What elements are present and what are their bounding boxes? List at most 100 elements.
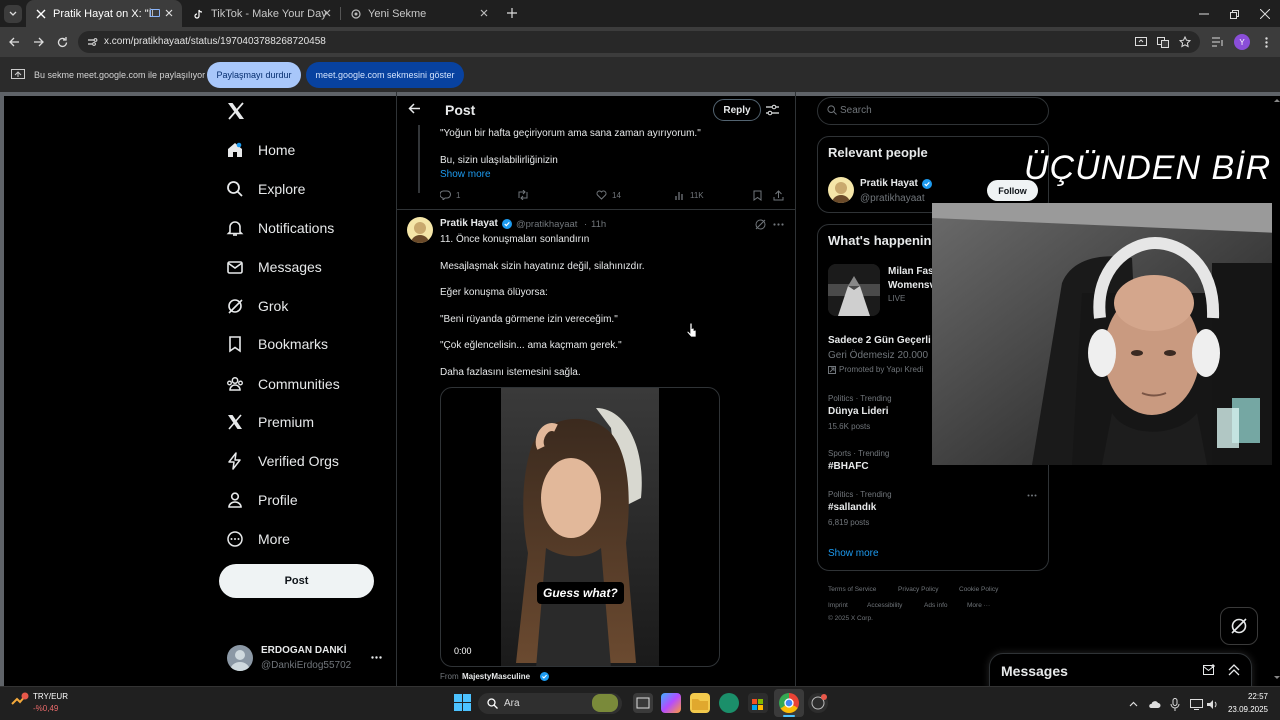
- footer-link[interactable]: Cookie Policy: [959, 586, 998, 593]
- more-dots-icon[interactable]: [371, 656, 382, 659]
- chrome-menu-icon[interactable]: [1258, 34, 1274, 50]
- author-avatar[interactable]: [407, 217, 433, 243]
- volume-icon[interactable]: [1205, 697, 1219, 711]
- restore-button[interactable]: [1226, 6, 1242, 22]
- footer-link[interactable]: Accessibility: [867, 602, 902, 609]
- event-thumbnail[interactable]: [828, 264, 880, 316]
- edge-icon[interactable]: [719, 693, 739, 713]
- cloud-icon[interactable]: [1147, 697, 1161, 711]
- close-tab-icon[interactable]: [320, 6, 334, 20]
- back-arrow-icon[interactable]: [408, 103, 421, 114]
- chrome-taskbar-icon[interactable]: [779, 693, 799, 713]
- stop-sharing-button[interactable]: Paylaşmayı durdur: [207, 62, 301, 88]
- nav-explore[interactable]: Explore: [226, 175, 305, 203]
- nav-communities[interactable]: Communities: [226, 370, 340, 398]
- copilot-icon[interactable]: [661, 693, 681, 713]
- windows-start-icon[interactable]: [454, 694, 471, 711]
- new-tab-button[interactable]: [505, 6, 519, 20]
- scroll-down-icon[interactable]: [1274, 676, 1280, 680]
- person-name[interactable]: Pratik Hayat: [860, 178, 918, 189]
- url-text: x.com/pratikhayaat/status/19704037882687…: [104, 36, 326, 47]
- event-title[interactable]: Milan Fas: [888, 266, 934, 277]
- cast-icon[interactable]: [1133, 34, 1149, 50]
- media-controls-icon[interactable]: [1210, 34, 1226, 50]
- nav-home[interactable]: Home: [226, 136, 295, 164]
- reload-button[interactable]: [54, 34, 70, 50]
- nav-grok[interactable]: Grok: [226, 292, 288, 320]
- repost-button[interactable]: [517, 190, 529, 200]
- x-logo-icon[interactable]: [226, 101, 246, 121]
- translate-icon[interactable]: [1155, 34, 1171, 50]
- nav-bookmarks[interactable]: Bookmarks: [226, 330, 328, 358]
- grok-explain-icon[interactable]: [755, 219, 766, 230]
- avatar: [227, 645, 253, 671]
- network-icon[interactable]: [1189, 697, 1203, 711]
- microphone-icon[interactable]: [1168, 697, 1182, 711]
- like-count[interactable]: 14: [596, 190, 621, 200]
- close-tab-icon[interactable]: [477, 6, 491, 20]
- forward-button[interactable]: [30, 34, 46, 50]
- tab-search-button[interactable]: [4, 5, 22, 23]
- nav-more[interactable]: More: [226, 525, 290, 553]
- scroll-up-icon[interactable]: [1274, 98, 1280, 102]
- site-info-icon[interactable]: [87, 37, 98, 47]
- trend-title[interactable]: Dünya Lideri: [828, 406, 889, 417]
- footer-link[interactable]: Imprint: [828, 602, 848, 609]
- store-icon[interactable]: [748, 693, 768, 713]
- grok-button[interactable]: [1220, 607, 1258, 645]
- video-player[interactable]: Guess what? 0:00: [440, 387, 720, 667]
- event-title[interactable]: Womensv: [888, 280, 935, 291]
- sliders-icon[interactable]: [766, 104, 779, 116]
- share-icon[interactable]: [773, 190, 784, 201]
- nav-messages[interactable]: Messages: [226, 253, 322, 281]
- reply-button[interactable]: Reply: [713, 99, 761, 121]
- nav-notifications[interactable]: Notifications: [226, 214, 334, 242]
- page-scrollbar[interactable]: [1272, 96, 1280, 686]
- nav-premium[interactable]: Premium: [226, 408, 314, 436]
- footer-link[interactable]: More ···: [967, 602, 990, 609]
- new-message-icon[interactable]: [1203, 664, 1216, 676]
- file-explorer-icon[interactable]: [690, 693, 710, 713]
- show-more-link[interactable]: Show more: [440, 169, 491, 180]
- from-account[interactable]: MajestyMasculine: [462, 672, 530, 681]
- person-avatar[interactable]: [828, 177, 854, 203]
- currency-pair[interactable]: TRY/EUR: [33, 692, 68, 701]
- more-dots-icon[interactable]: [773, 223, 784, 226]
- tab-tiktok[interactable]: TikTok - Make Your Day: [184, 0, 340, 27]
- trend-title[interactable]: #sallandık: [828, 502, 876, 513]
- close-window-button[interactable]: [1257, 6, 1273, 22]
- chevron-up-double-icon[interactable]: [1228, 664, 1240, 676]
- stock-widget-icon[interactable]: [11, 692, 29, 708]
- trend-title[interactable]: #BHAFC: [828, 461, 869, 472]
- chevron-up-icon[interactable]: [1126, 697, 1140, 711]
- app-icon[interactable]: [808, 693, 828, 713]
- show-more-link[interactable]: Show more: [828, 548, 879, 559]
- taskbar-time[interactable]: 22:57: [1236, 692, 1268, 701]
- author-name[interactable]: Pratik Hayat: [440, 218, 498, 229]
- taskbar-date[interactable]: 23.09.2025: [1224, 705, 1268, 714]
- more-dots-icon[interactable]: [1027, 494, 1037, 497]
- close-tab-icon[interactable]: [162, 6, 176, 20]
- search-highlight-icon: [592, 694, 618, 712]
- footer-link[interactable]: Terms of Service: [828, 586, 876, 593]
- show-meet-tab-button[interactable]: meet.google.com sekmesini göster: [306, 62, 464, 88]
- footer-link[interactable]: Ads info: [924, 602, 948, 609]
- bookmark-icon[interactable]: [753, 190, 762, 201]
- minimize-button[interactable]: [1196, 6, 1212, 22]
- bookmark-star-icon[interactable]: [1177, 34, 1193, 50]
- task-view-icon[interactable]: [633, 693, 653, 713]
- tweet-time[interactable]: 11h: [591, 219, 606, 230]
- nav-profile[interactable]: Profile: [226, 486, 298, 514]
- author-handle[interactable]: @pratikhayaat: [516, 219, 577, 230]
- tab-new-tab[interactable]: Yeni Sekme: [341, 0, 497, 27]
- profile-avatar[interactable]: Y: [1234, 34, 1250, 50]
- search-icon: [827, 105, 837, 115]
- back-button[interactable]: [6, 34, 22, 50]
- nav-verified-orgs[interactable]: Verified Orgs: [226, 447, 339, 475]
- view-count[interactable]: 11K: [675, 190, 704, 200]
- footer-link[interactable]: Privacy Policy: [898, 586, 938, 593]
- post-button[interactable]: Post: [219, 564, 374, 598]
- tab-pratik-hayat[interactable]: Pratik Hayat on X: "İhtiyacı: [26, 0, 182, 27]
- promo-title[interactable]: Sadece 2 Gün Geçerli: [828, 335, 931, 346]
- reply-count[interactable]: 1: [440, 190, 460, 200]
